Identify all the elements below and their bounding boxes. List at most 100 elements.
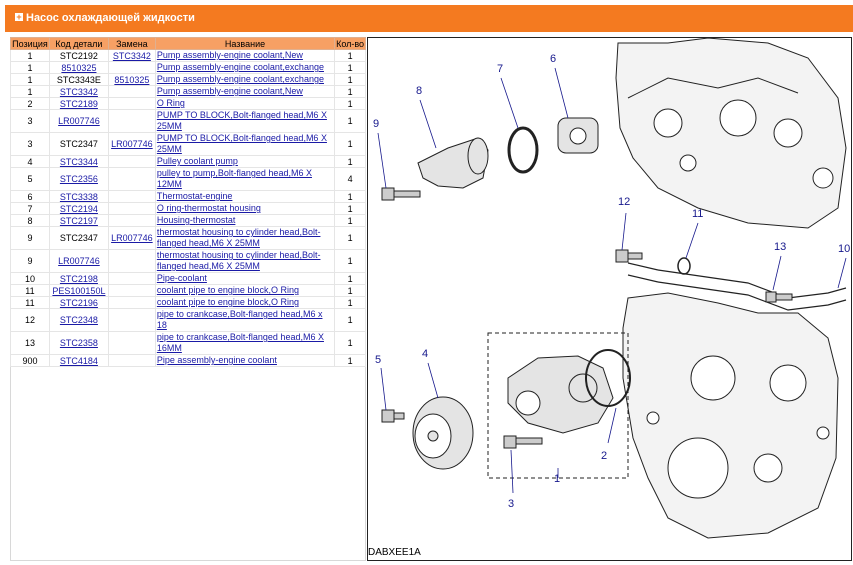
part-code-cell[interactable]: STC4184 (48, 354, 109, 367)
part-code-cell-link[interactable]: LR007746 (58, 116, 100, 126)
part-code-cell[interactable]: 8510325 (48, 61, 109, 74)
part-name-cell[interactable]: pipe to crankcase,Bolt-flanged head,M6 X… (154, 331, 336, 355)
part-name-cell[interactable]: Thermostat-engine (154, 190, 336, 203)
position-cell: 1 (10, 73, 50, 86)
table-row: 11 STC2196 coolant pipe to engine block,O … (10, 296, 366, 309)
replacement-cell (107, 155, 156, 168)
part-name-cell-link[interactable]: Pump assembly-engine coolant,New (157, 86, 303, 96)
plus-icon[interactable]: + (15, 13, 23, 22)
part-name-cell-link[interactable]: PUMP TO BLOCK,Bolt-flanged head,M6 X 25M… (157, 133, 327, 154)
quantity-cell: 1 (334, 308, 366, 332)
part-name-cell-link[interactable]: O ring-thermostat housing (157, 203, 261, 213)
part-code-cell-link[interactable]: STC2358 (60, 338, 98, 348)
part-name-cell[interactable]: pulley to pump,Bolt-flanged head,M6 X 12… (154, 167, 336, 191)
part-name-cell-link[interactable]: pipe to crankcase,Bolt-flanged head,M6 X… (157, 332, 324, 353)
table-row: 9 STC2347 LR007746 thermostat housing to cy… (10, 226, 366, 250)
part-name-cell-link[interactable]: Pipe-coolant (157, 273, 207, 283)
part-code-cell[interactable]: LR007746 (48, 249, 109, 273)
part-code-cell-link[interactable]: PES100150L (52, 286, 105, 296)
exploded-diagram (377, 37, 847, 539)
part-code-cell: STC2192 (48, 49, 109, 62)
part-code-cell[interactable]: STC2358 (48, 331, 109, 355)
part-name-cell[interactable]: Pump assembly-engine coolant,exchange (154, 61, 336, 74)
replacement-cell-link[interactable]: 8510325 (114, 75, 149, 85)
part-code-cell-link[interactable]: STC2189 (60, 99, 98, 109)
part-name-cell[interactable]: coolant pipe to engine block,O Ring (154, 296, 336, 309)
part-code-cell[interactable]: STC2197 (48, 214, 109, 227)
part-code-cell[interactable]: STC2356 (48, 167, 109, 191)
part-name-cell-link[interactable]: Pump assembly-engine coolant,exchange (157, 74, 324, 84)
part-name-cell-link[interactable]: O Ring (157, 98, 185, 108)
part-name-cell[interactable]: pipe to crankcase,Bolt-flanged head,M6 x… (154, 308, 336, 332)
table-row: 7 STC2194 O ring-thermostat housing 1 (10, 202, 366, 215)
replacement-cell-link[interactable]: STC3342 (113, 51, 151, 61)
part-code-cell[interactable]: STC2189 (48, 97, 109, 110)
part-code-cell-link[interactable]: STC4184 (60, 356, 98, 366)
part-code-cell[interactable]: STC2348 (48, 308, 109, 332)
part-code-cell[interactable]: LR007746 (48, 109, 109, 133)
part-code-cell[interactable]: STC3344 (48, 155, 109, 168)
part-name-cell-link[interactable]: coolant pipe to engine block,O Ring (157, 297, 299, 307)
part-name-cell[interactable]: Housing-thermostat (154, 214, 336, 227)
part-name-cell[interactable]: O Ring (154, 97, 336, 110)
part-code-cell[interactable]: STC2196 (48, 296, 109, 309)
part-name-cell-link[interactable]: thermostat housing to cylinder head,Bolt… (157, 227, 321, 248)
table-row: 2 STC2189 O Ring 1 (10, 97, 366, 110)
part-name-cell[interactable]: Pipe assembly-engine coolant (154, 354, 336, 367)
part-name-cell[interactable]: PUMP TO BLOCK,Bolt-flanged head,M6 X 25M… (154, 109, 336, 133)
replacement-cell[interactable]: LR007746 (107, 226, 156, 250)
part-name-cell-link[interactable]: thermostat housing to cylinder head,Bolt… (157, 250, 321, 271)
part-name-cell[interactable]: Pipe-coolant (154, 272, 336, 285)
replacement-cell-link[interactable]: LR007746 (111, 233, 153, 243)
part-code-cell[interactable]: STC2194 (48, 202, 109, 215)
part-name-cell[interactable]: O ring-thermostat housing (154, 202, 336, 215)
part-name-cell[interactable]: thermostat housing to cylinder head,Bolt… (154, 249, 336, 273)
part-code-cell-link[interactable]: STC2348 (60, 315, 98, 325)
part-name-cell[interactable]: thermostat housing to cylinder head,Bolt… (154, 226, 336, 250)
part-name-cell-link[interactable]: Pump assembly-engine coolant,exchange (157, 62, 324, 72)
part-code-cell-link[interactable]: STC3344 (60, 157, 98, 167)
part-name-cell-link[interactable]: pipe to crankcase,Bolt-flanged head,M6 x… (157, 309, 323, 330)
part-name-cell[interactable]: Pump assembly-engine coolant,New (154, 49, 336, 62)
position-cell: 11 (10, 296, 50, 309)
part-code-cell[interactable]: PES100150L (48, 284, 109, 297)
replacement-cell[interactable]: 8510325 (107, 73, 156, 86)
part-code-cell: STC2347 (48, 132, 109, 156)
replacement-cell[interactable]: LR007746 (107, 132, 156, 156)
part-code-cell-link[interactable]: 8510325 (61, 63, 96, 73)
part-name-cell-link[interactable]: Pump assembly-engine coolant,New (157, 50, 303, 60)
quantity-cell: 1 (334, 97, 366, 110)
part-code-cell-link[interactable]: STC2197 (60, 216, 98, 226)
part-name-cell-link[interactable]: coolant pipe to engine block,O Ring (157, 285, 299, 295)
part-code-cell-link[interactable]: LR007746 (58, 256, 100, 266)
part-name-cell[interactable]: Pump assembly-engine coolant,exchange (154, 73, 336, 86)
part-code-cell[interactable]: STC3342 (48, 85, 109, 98)
position-cell: 1 (10, 61, 50, 74)
replacement-cell-link[interactable]: LR007746 (111, 139, 153, 149)
part-code-cell-link[interactable]: STC2196 (60, 298, 98, 308)
part-code-cell[interactable]: STC2198 (48, 272, 109, 285)
part-name-cell-link[interactable]: pulley to pump,Bolt-flanged head,M6 X 12… (157, 168, 312, 189)
part-name-cell[interactable]: coolant pipe to engine block,O Ring (154, 284, 336, 297)
callout-3: 3 (508, 498, 515, 510)
replacement-cell (107, 354, 156, 367)
part-name-cell-link[interactable]: Pulley coolant pump (157, 156, 238, 166)
table-row: 1 STC3343E 8510325 Pump assembly-engine coo… (10, 73, 366, 86)
part-name-cell[interactable]: Pump assembly-engine coolant,New (154, 85, 336, 98)
part-code-cell-link[interactable]: STC2356 (60, 174, 98, 184)
part-name-cell[interactable]: Pulley coolant pump (154, 155, 336, 168)
part-name-cell-link[interactable]: PUMP TO BLOCK,Bolt-flanged head,M6 X 25M… (157, 110, 327, 131)
part-code-cell-link[interactable]: STC3342 (60, 87, 98, 97)
part-code-cell-link[interactable]: STC2198 (60, 274, 98, 284)
part-code-cell[interactable]: STC3338 (48, 190, 109, 203)
part-name-cell-link[interactable]: Thermostat-engine (157, 191, 233, 201)
part-code-cell-link[interactable]: STC3338 (60, 192, 98, 202)
part-name-cell-link[interactable]: Housing-thermostat (157, 215, 236, 225)
position-cell: 13 (10, 331, 50, 355)
section-header[interactable]: + Насос охлаждающей жидкости (5, 5, 853, 32)
part-name-cell-link[interactable]: Pipe assembly-engine coolant (157, 355, 277, 365)
part-code-cell-link[interactable]: STC2194 (60, 204, 98, 214)
part-name-cell[interactable]: PUMP TO BLOCK,Bolt-flanged head,M6 X 25M… (154, 132, 336, 156)
replacement-cell (107, 214, 156, 227)
replacement-cell[interactable]: STC3342 (107, 49, 156, 62)
